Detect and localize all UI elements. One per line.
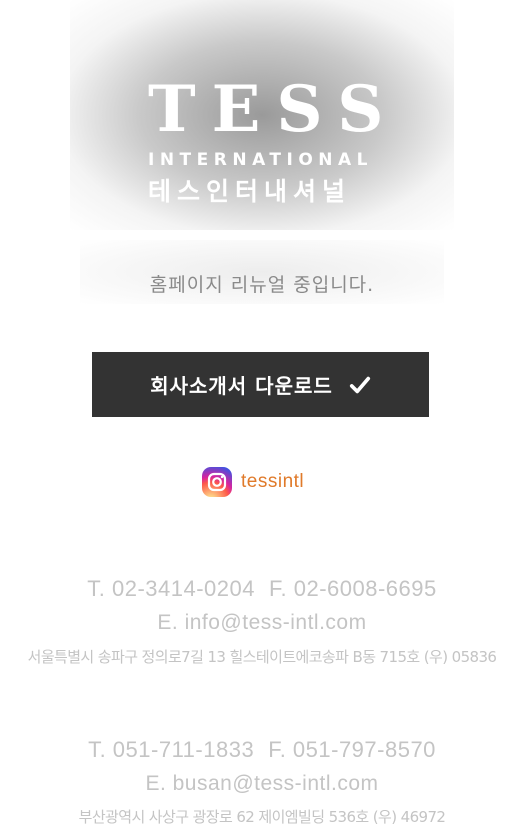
busan-phone-line: T. 051-711-1833 F. 051-797-8570 bbox=[0, 737, 524, 763]
download-button-label: 회사소개서 다운로드 bbox=[150, 374, 333, 398]
logo-subtitle: INTERNATIONAL bbox=[148, 150, 374, 170]
busan-fax: F. 051-797-8570 bbox=[268, 737, 436, 762]
busan-tel: T. 051-711-1833 bbox=[88, 737, 255, 762]
instagram-handle: tessintl bbox=[241, 471, 305, 492]
busan-address: 부산광역시 사상구 광장로 62 제이엠빌딩 536호 (우) 46972 bbox=[78, 808, 446, 826]
seoul-tel: T. 02-3414-0204 bbox=[87, 576, 255, 601]
logo-wordmark: TESS bbox=[148, 72, 400, 147]
busan-email: E. busan@tess-intl.com bbox=[145, 772, 379, 795]
seoul-fax: F. 02-6008-6695 bbox=[269, 576, 437, 601]
checkmark-icon bbox=[349, 376, 370, 393]
seoul-address: 서울특별시 송파구 정의로7길 13 힐스테이트에코송파 B동 715호 (우)… bbox=[27, 648, 497, 666]
seoul-email: E. info@tess-intl.com bbox=[157, 611, 367, 634]
seoul-phone-line: T. 02-3414-0204 F. 02-6008-6695 bbox=[0, 576, 524, 602]
instagram-icon bbox=[202, 467, 232, 497]
renewal-notice: 홈페이지 리뉴얼 중입니다. bbox=[149, 274, 375, 296]
company-brochure-download-button[interactable]: 회사소개서 다운로드 bbox=[92, 352, 429, 417]
instagram-link[interactable]: tessintl bbox=[202, 467, 304, 497]
company-logo: TESS INTERNATIONAL 테스인터내셔널 bbox=[148, 72, 400, 208]
logo-korean-name: 테스인터내셔널 bbox=[148, 177, 352, 206]
